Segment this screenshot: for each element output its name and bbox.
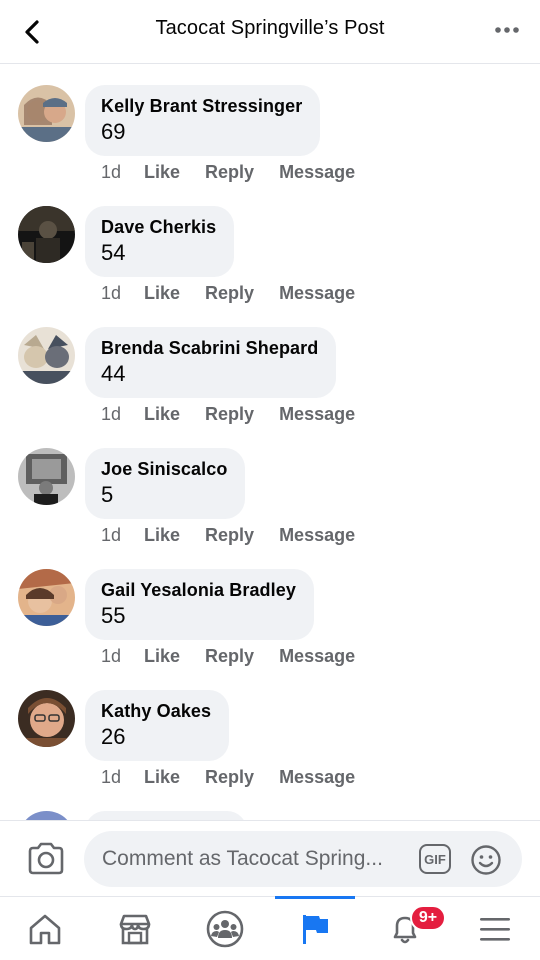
tab-groups[interactable] (180, 897, 270, 960)
message-button[interactable]: Message (279, 162, 355, 183)
comment-author[interactable]: Kathy Oakes (101, 700, 211, 722)
comment-bubble[interactable]: Gail Yesalonia Bradley 55 (85, 569, 314, 640)
comment-item: Dave Cherkis 54 1d Like Reply Message (0, 206, 540, 327)
avatar[interactable] (18, 206, 75, 263)
message-button[interactable]: Message (279, 404, 355, 425)
comment-author[interactable]: Dave Cherkis (101, 216, 216, 238)
camera-icon (28, 842, 64, 875)
comment-bubble[interactable]: Kelly Brant Stressinger 69 (85, 85, 321, 156)
tab-pages[interactable] (270, 896, 360, 960)
like-button[interactable]: Like (144, 525, 180, 546)
comment-placeholder: Comment as Tacocat Spring... (102, 847, 383, 870)
comment-author[interactable]: Kelly Brant Stressinger (101, 95, 302, 117)
like-button[interactable]: Like (144, 767, 180, 788)
message-button[interactable]: Message (279, 283, 355, 304)
flag-pages-icon (303, 915, 328, 944)
comment-time[interactable]: 1d (101, 404, 144, 425)
emoji-button[interactable] (470, 844, 502, 876)
comment-time[interactable]: 1d (101, 162, 144, 183)
like-button[interactable]: Like (144, 404, 180, 425)
comment-time[interactable]: 1d (101, 646, 144, 667)
comment-item: Gail Yesalonia Bradley 55 1d Like Reply … (0, 569, 540, 690)
comment-text: 44 (101, 361, 126, 386)
more-options-button[interactable] (492, 20, 522, 40)
reply-button[interactable]: Reply (205, 283, 254, 304)
comment-bubble[interactable]: Dave Cherkis 54 (85, 206, 235, 277)
header-bar: Tacocat Springville’s Post (0, 0, 540, 64)
comment-bubble[interactable] (85, 811, 247, 820)
comment-composer: Comment as Tacocat Spring... GIF (0, 820, 540, 896)
more-horizontal-icon (495, 27, 519, 33)
comment-item-partial (0, 811, 540, 820)
reply-button[interactable]: Reply (205, 767, 254, 788)
comment-item: Kelly Brant Stressinger 69 1d Like Reply… (0, 85, 540, 206)
avatar[interactable] (18, 85, 75, 142)
comment-actions: 1d Like Reply Message (101, 646, 380, 667)
notification-badge: 9+ (410, 905, 446, 931)
comment-actions: 1d Like Reply Message (101, 283, 380, 304)
comment-actions: 1d Like Reply Message (101, 162, 380, 183)
reply-button[interactable]: Reply (205, 162, 254, 183)
avatar[interactable] (18, 327, 75, 384)
reply-button[interactable]: Reply (205, 525, 254, 546)
message-button[interactable]: Message (279, 767, 355, 788)
avatar[interactable] (18, 569, 75, 626)
tab-menu[interactable] (450, 897, 540, 960)
comment-time[interactable]: 1d (101, 525, 144, 546)
like-button[interactable]: Like (144, 646, 180, 667)
comment-item: Brenda Scabrini Shepard 44 1d Like Reply… (0, 327, 540, 448)
home-icon (29, 914, 61, 945)
like-button[interactable]: Like (144, 162, 180, 183)
comment-text: 5 (101, 482, 114, 507)
comment-text: 69 (101, 119, 126, 144)
gif-button[interactable]: GIF (419, 844, 451, 874)
camera-button[interactable] (26, 841, 66, 877)
comments-list: Kelly Brant Stressinger 69 1d Like Reply… (0, 64, 540, 820)
page-title: Tacocat Springville’s Post (155, 17, 385, 39)
reply-button[interactable]: Reply (205, 404, 254, 425)
tab-home[interactable] (0, 897, 90, 960)
comment-bubble[interactable]: Joe Siniscalco 5 (85, 448, 246, 519)
comment-text: 55 (101, 603, 126, 628)
emoji-icon (471, 845, 501, 875)
bottom-tab-bar: 9+ (0, 896, 540, 960)
menu-icon (480, 918, 510, 941)
comment-time[interactable]: 1d (101, 767, 144, 788)
comment-input[interactable]: Comment as Tacocat Spring... GIF (84, 831, 522, 887)
comment-author[interactable]: Brenda Scabrini Shepard (101, 337, 318, 359)
like-button[interactable]: Like (144, 283, 180, 304)
avatar[interactable] (18, 690, 75, 747)
comment-bubble[interactable]: Kathy Oakes 26 (85, 690, 230, 761)
comment-item: Joe Siniscalco 5 1d Like Reply Message (0, 448, 540, 569)
marketplace-icon (119, 914, 151, 945)
avatar[interactable] (18, 811, 75, 820)
comment-actions: 1d Like Reply Message (101, 404, 380, 425)
comment-text: 54 (101, 240, 126, 265)
tab-marketplace[interactable] (90, 897, 180, 960)
comment-time[interactable]: 1d (101, 283, 144, 304)
comment-author[interactable]: Joe Siniscalco (101, 458, 227, 480)
groups-icon (206, 910, 244, 948)
tab-notifications[interactable]: 9+ (360, 897, 450, 960)
comment-author[interactable]: Gail Yesalonia Bradley (101, 579, 296, 601)
comment-actions: 1d Like Reply Message (101, 767, 380, 788)
avatar[interactable] (18, 448, 75, 505)
reply-button[interactable]: Reply (205, 646, 254, 667)
comment-bubble[interactable]: Brenda Scabrini Shepard 44 (85, 327, 337, 398)
message-button[interactable]: Message (279, 525, 355, 546)
message-button[interactable]: Message (279, 646, 355, 667)
comment-text: 26 (101, 724, 126, 749)
comment-item: Kathy Oakes 26 1d Like Reply Message (0, 690, 540, 811)
comment-actions: 1d Like Reply Message (101, 525, 380, 546)
